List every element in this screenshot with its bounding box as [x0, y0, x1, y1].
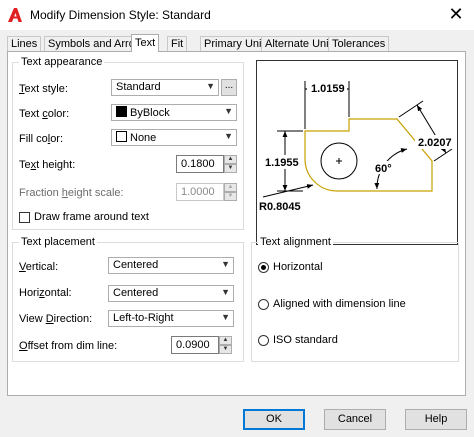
dim-angle-text: 60°: [375, 163, 392, 175]
fill-color-dropdown[interactable]: None ▼: [111, 129, 237, 146]
offset-label: Offset from dim line:: [19, 340, 118, 352]
help-button[interactable]: Help: [405, 409, 467, 430]
text-height-input[interactable]: 0.1800: [176, 155, 224, 173]
chevron-down-icon: ▼: [221, 259, 230, 269]
spin-up-icon[interactable]: ▲: [219, 336, 232, 345]
window-title: Modify Dimension Style: Standard: [30, 8, 211, 22]
fill-color-label: Fill color:: [19, 133, 64, 145]
view-direction-label: View Direction:: [19, 313, 93, 325]
radio-horizontal[interactable]: [258, 262, 269, 273]
spin-up-icon[interactable]: ▲: [224, 155, 237, 164]
preview-drawing: 1.0159 1.1955 2.0207 60° R0.8045: [259, 81, 457, 213]
text-alignment-title: Text alignment: [258, 236, 333, 248]
ok-button[interactable]: OK: [243, 409, 305, 430]
title-bar: Modify Dimension Style: Standard ✕: [0, 0, 474, 30]
dim-top-text: 1.0159: [311, 83, 345, 95]
text-height-label: Text height:: [19, 159, 76, 171]
text-appearance-title: Text appearance: [19, 56, 105, 68]
radio-aligned-with-dimension-line[interactable]: [258, 299, 269, 310]
fraction-height-input: 1.0000: [176, 183, 224, 201]
text-style-value: Standard: [116, 81, 161, 93]
horizontal-label: Horizontal:: [19, 287, 72, 299]
view-direction-value: Left-to-Right: [113, 312, 174, 324]
vertical-value: Centered: [113, 259, 159, 271]
spin-up-icon: ▲: [224, 183, 237, 192]
fill-color-value: None: [130, 132, 157, 144]
dimension-preview: 1.0159 1.1955 2.0207 60° R0.8045: [256, 60, 458, 245]
radio-iso-label: ISO standard: [273, 334, 338, 346]
chevron-down-icon: ▼: [221, 312, 230, 322]
tab-fit[interactable]: Fit: [167, 36, 188, 51]
cancel-button[interactable]: Cancel: [324, 409, 386, 430]
radio-iso-standard[interactable]: [258, 335, 269, 346]
fraction-height-stepper: 1.0000 ▲ ▼: [176, 183, 237, 201]
part-outline: [304, 118, 433, 192]
dim-right-text: 2.0207: [418, 137, 452, 149]
text-style-dropdown[interactable]: Standard ▼: [111, 79, 219, 96]
chevron-down-icon: ▼: [221, 287, 230, 297]
horizontal-dropdown[interactable]: Centered ▼: [108, 285, 234, 302]
horizontal-value: Centered: [113, 287, 159, 299]
fraction-height-label: Fraction height scale:: [19, 187, 124, 199]
text-color-label: Text color:: [19, 108, 70, 120]
spin-down-icon[interactable]: ▼: [219, 345, 232, 354]
autocad-a-icon: [8, 8, 22, 22]
text-color-dropdown[interactable]: ByBlock ▼: [111, 104, 237, 121]
dim-left-text: 1.1955: [265, 157, 299, 169]
text-height-stepper[interactable]: 0.1800 ▲ ▼: [176, 155, 237, 173]
spin-down-icon[interactable]: ▼: [224, 164, 237, 173]
radio-aligned-label: Aligned with dimension line: [273, 298, 406, 310]
tab-text[interactable]: Text: [131, 34, 160, 52]
text-style-label: Text style:: [19, 83, 68, 95]
text-placement-title: Text placement: [19, 236, 97, 248]
radio-selected-dot: [261, 265, 266, 270]
offset-stepper[interactable]: 0.0900 ▲ ▼: [171, 336, 232, 354]
chevron-down-icon: ▼: [224, 131, 233, 141]
draw-frame-checkbox[interactable]: [19, 212, 30, 223]
tab-lines[interactable]: Lines: [7, 36, 42, 51]
close-icon[interactable]: ✕: [446, 4, 466, 24]
chevron-down-icon: ▼: [224, 106, 233, 116]
offset-input[interactable]: 0.0900: [171, 336, 219, 354]
text-color-value: ByBlock: [130, 107, 170, 119]
spin-down-icon: ▼: [224, 192, 237, 201]
vertical-dropdown[interactable]: Centered ▼: [108, 257, 234, 274]
text-style-browse-button[interactable]: ...: [221, 79, 237, 96]
radio-horizontal-label: Horizontal: [273, 261, 323, 273]
tab-tolerances[interactable]: Tolerances: [328, 36, 390, 51]
vertical-label: Vertical:: [19, 261, 59, 273]
color-swatch-icon: [116, 106, 127, 117]
view-direction-dropdown[interactable]: Left-to-Right ▼: [108, 310, 234, 327]
chevron-down-icon: ▼: [206, 81, 215, 91]
text-tab-page: Text appearance Text style: Standard ▼ .…: [7, 51, 466, 396]
dim-radius-text: R0.8045: [259, 201, 301, 213]
draw-frame-label: Draw frame around text: [34, 211, 149, 223]
color-swatch-icon: [116, 131, 127, 142]
